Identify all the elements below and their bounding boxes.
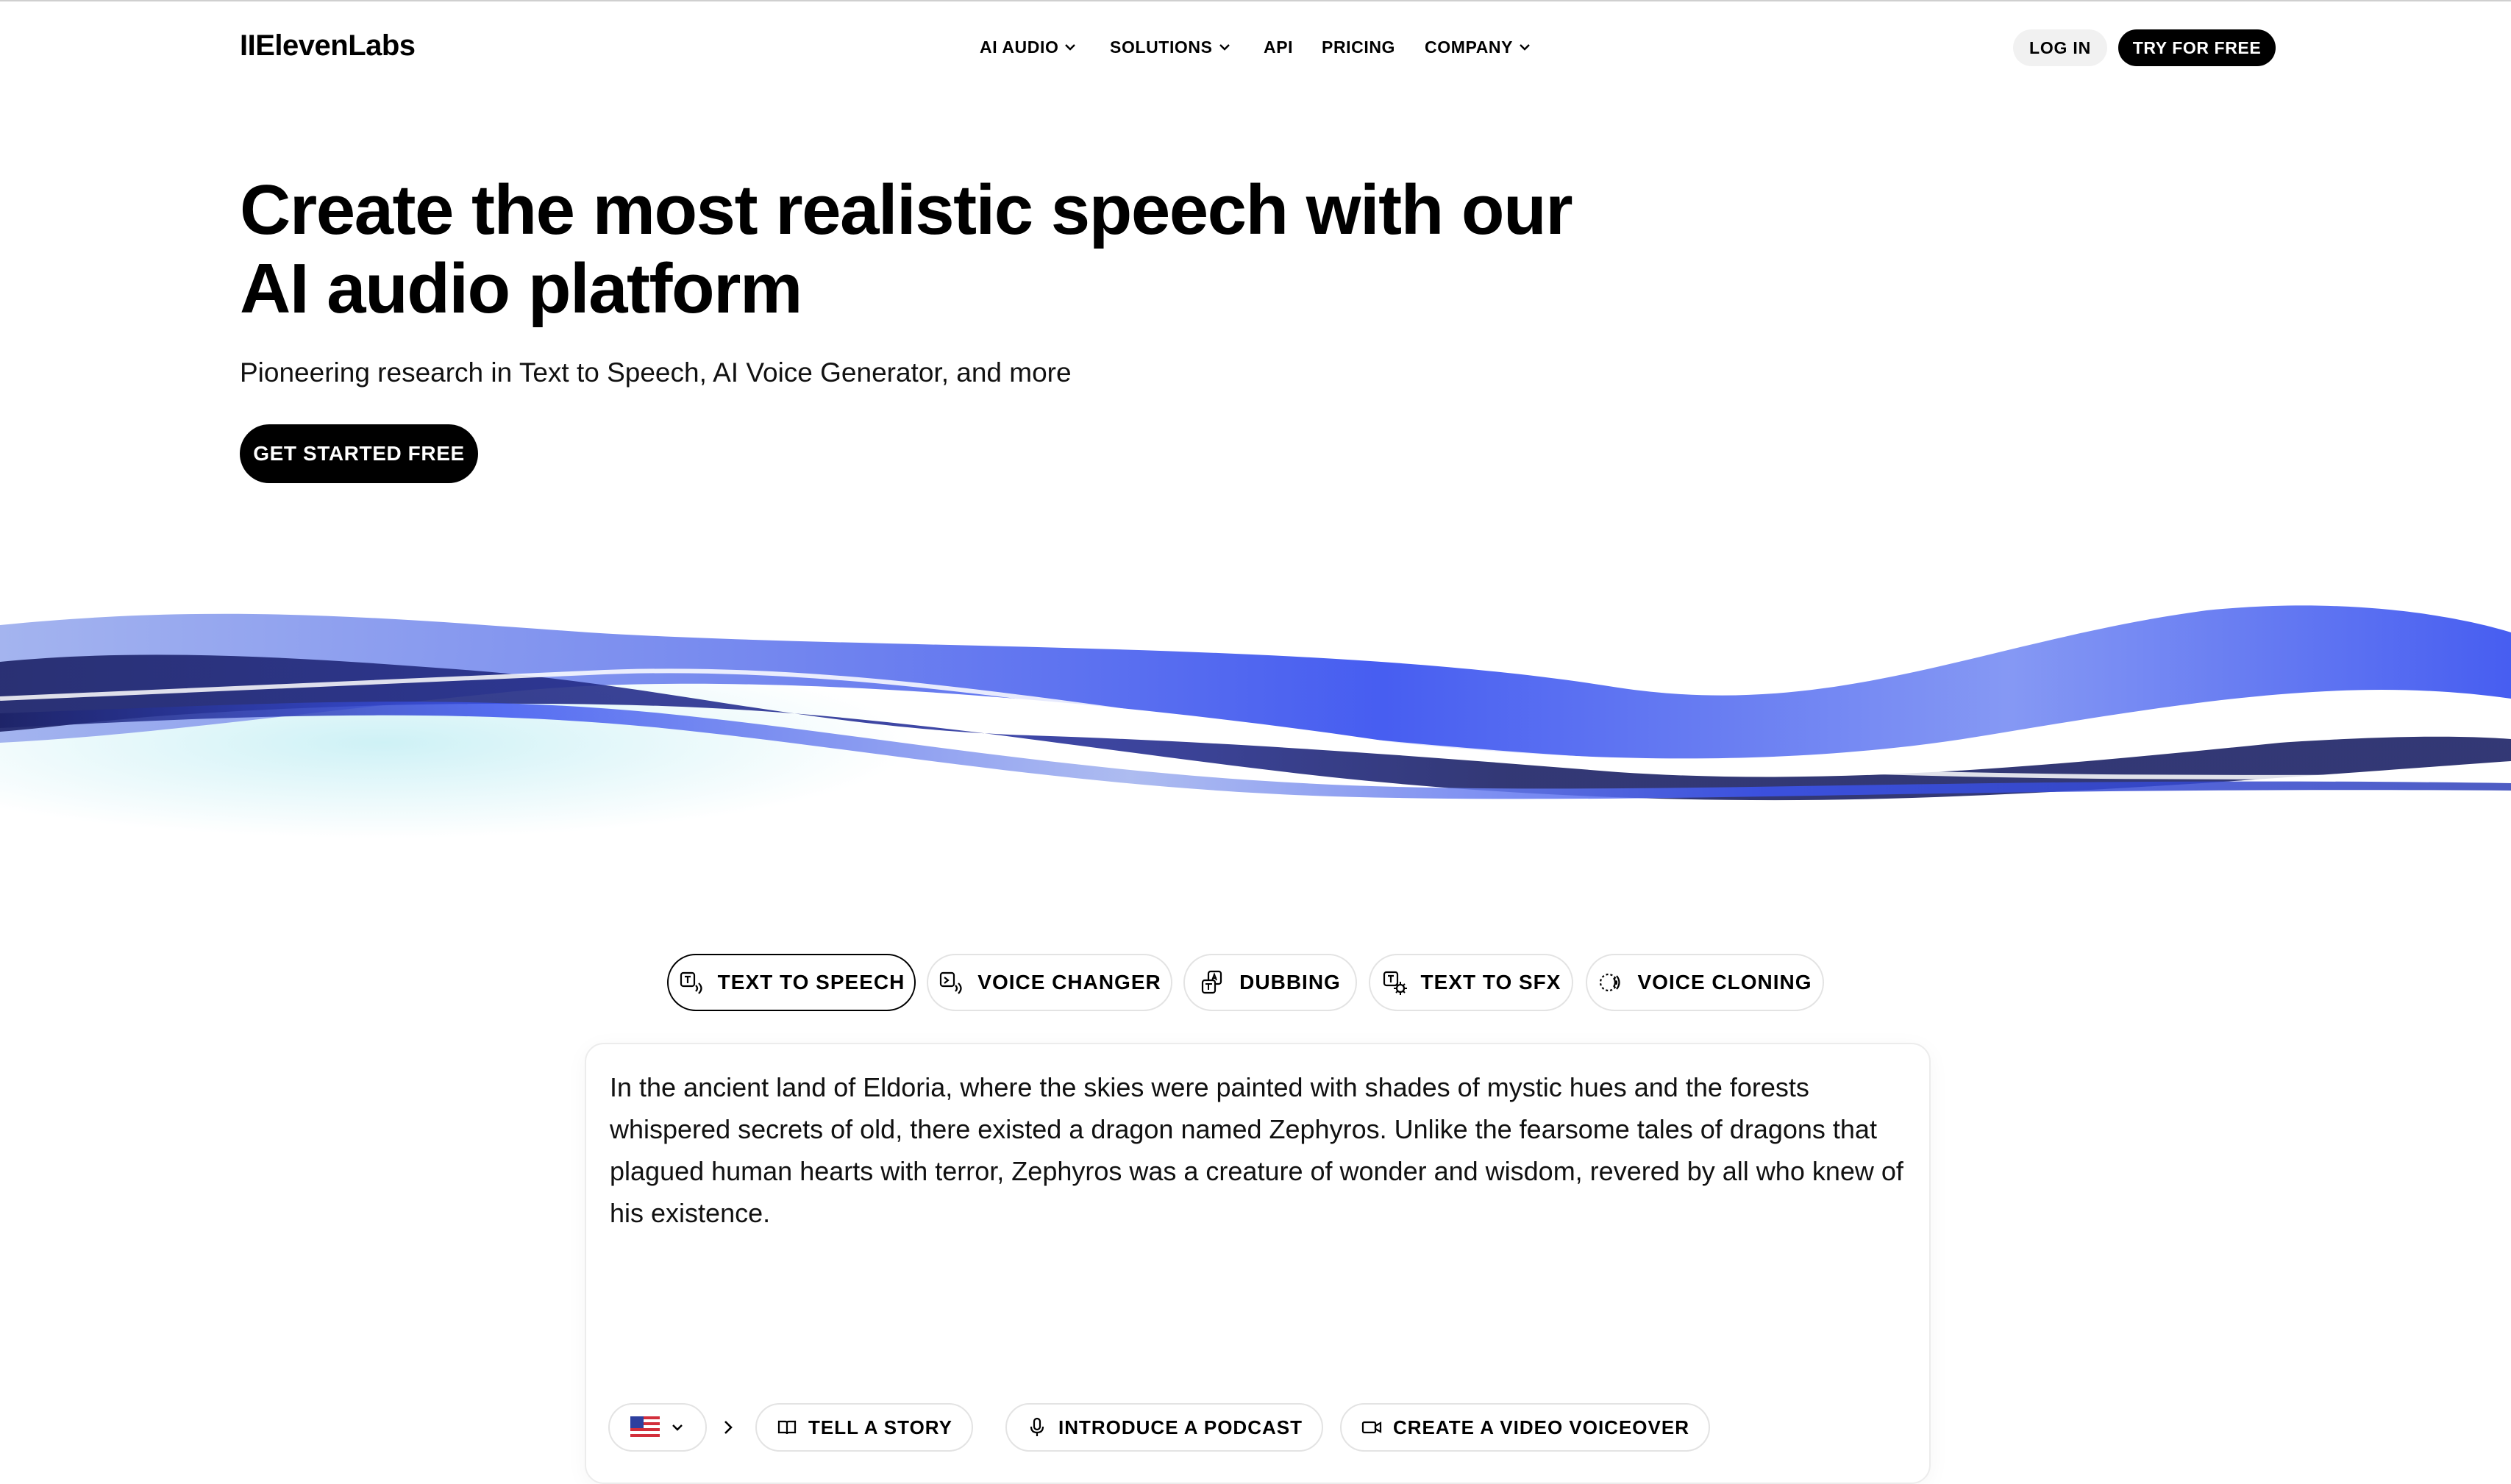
voice-cloning-icon	[1600, 973, 1621, 992]
dubbing-icon	[1202, 970, 1222, 994]
audio-wave-graphic	[0, 605, 2511, 838]
chevron-down-icon	[672, 1424, 683, 1431]
nav-api[interactable]: API	[1264, 35, 1293, 59]
elevenlabs-logo[interactable]: IIElevenLabs	[240, 29, 416, 63]
tab-text-to-speech[interactable]: TEXT TO SPEECH	[667, 954, 916, 1011]
tab-label: VOICE CLONING	[1637, 971, 1812, 994]
tab-dubbing[interactable]: DUBBING	[1183, 954, 1357, 1011]
suggestion-create-a-video-voiceover[interactable]: CREATE A VIDEO VOICEOVER	[1340, 1403, 1710, 1452]
tab-voice-changer[interactable]: VOICE CHANGER	[927, 954, 1172, 1011]
suggestion-introduce-a-podcast[interactable]: INTRODUCE A PODCAST	[1005, 1403, 1323, 1452]
tab-voice-cloning[interactable]: VOICE CLONING	[1586, 954, 1824, 1011]
voice-changer-icon	[940, 971, 962, 994]
sfx-icon	[1383, 971, 1407, 995]
nav-ai-audio-label: AI AUDIO	[980, 37, 1059, 57]
chevron-down-icon	[1520, 44, 1530, 51]
nav-pricing-label: PRICING	[1322, 37, 1396, 57]
nav-pricing[interactable]: PRICING	[1322, 35, 1395, 59]
hero-title: Create the most realistic speech with ou…	[240, 171, 1573, 328]
nav-ai-audio[interactable]: AI AUDIO	[980, 35, 1078, 59]
nav-company[interactable]: COMPANY	[1425, 35, 1532, 59]
tab-label: DUBBING	[1239, 971, 1341, 994]
tab-label: TEXT TO SFX	[1420, 971, 1561, 994]
text-to-speech-panel: In the ancient land of Eldoria, where th…	[585, 1043, 1931, 1484]
hero-subtitle: Pioneering research in Text to Speech, A…	[240, 357, 1072, 388]
text-to-speech-icon	[680, 971, 702, 994]
tab-label: TEXT TO SPEECH	[717, 971, 905, 994]
chevron-down-icon	[1219, 44, 1230, 51]
nav-company-label: COMPANY	[1425, 37, 1514, 57]
product-tabs: TEXT TO SPEECH VOICE CHANGER DUBBING TEX…	[0, 954, 2511, 1013]
get-started-free-button[interactable]: GET STARTED FREE	[240, 424, 478, 483]
language-select[interactable]	[608, 1403, 707, 1452]
tab-text-to-sfx[interactable]: TEXT TO SFX	[1369, 954, 1573, 1011]
nav-solutions-label: SOLUTIONS	[1110, 37, 1213, 57]
tts-text-area[interactable]: In the ancient land of Eldoria, where th…	[610, 1066, 1912, 1234]
suggestion-tell-a-story[interactable]: TELL A STORY	[755, 1403, 973, 1452]
chevron-down-icon	[1065, 44, 1076, 51]
browser-top-border	[0, 0, 2511, 1]
try-for-free-button[interactable]: TRY FOR FREE	[2118, 29, 2276, 66]
nav-solutions[interactable]: SOLUTIONS	[1110, 35, 1232, 59]
tab-label: VOICE CHANGER	[977, 971, 1161, 994]
nav-api-label: API	[1264, 37, 1294, 57]
log-in-button[interactable]: LOG IN	[2013, 29, 2107, 66]
panel-controls: TELL A STORY INTRODUCE A PODCAST CREATE …	[608, 1403, 1859, 1455]
